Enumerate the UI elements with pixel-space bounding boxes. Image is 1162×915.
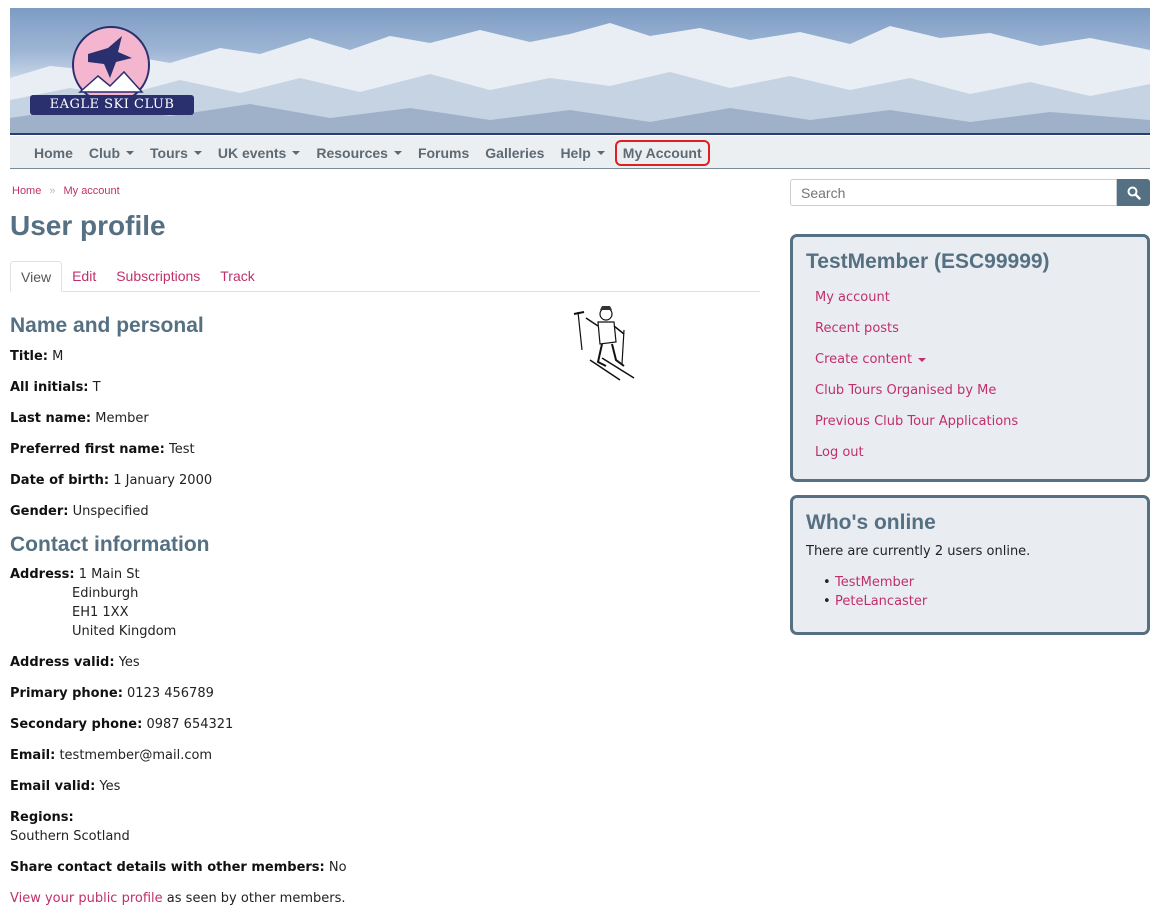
section-title-personal: Name and personal — [10, 314, 204, 337]
club-logo[interactable]: EAGLE SKI CLUB — [30, 26, 200, 118]
user-menu-block: TestMember (ESC99999) My account Recent … — [790, 234, 1150, 482]
tab-view[interactable]: View — [10, 261, 63, 292]
caret-down-icon — [918, 357, 927, 362]
field-last-name: Last name: Member — [10, 411, 149, 426]
logo-text: EAGLE SKI CLUB — [30, 95, 194, 115]
nav-tours[interactable]: Tours — [142, 136, 210, 169]
field-dob: Date of birth: 1 January 2000 — [10, 473, 213, 488]
menu-club-tours-organised[interactable]: Club Tours Organised by Me — [815, 383, 996, 398]
section-title-contact: Contact information — [10, 533, 210, 556]
nav-uk-events[interactable]: UK events — [210, 136, 308, 169]
online-user[interactable]: PeteLancaster — [823, 592, 927, 611]
field-address-valid: Address valid: Yes — [10, 655, 140, 670]
field-title: Title: M — [10, 349, 64, 364]
tab-edit[interactable]: Edit — [62, 261, 106, 291]
field-gender: Gender: Unspecified — [10, 504, 149, 519]
nav-galleries[interactable]: Galleries — [477, 136, 552, 169]
field-share-contact: Share contact details with other members… — [10, 860, 347, 875]
menu-create-content[interactable]: Create content — [815, 352, 927, 367]
nav-my-account[interactable]: My Account — [614, 139, 710, 166]
public-profile-note: View your public profile as seen by othe… — [10, 891, 346, 906]
menu-log-out[interactable]: Log out — [815, 445, 864, 460]
breadcrumb: Home » My account — [12, 185, 120, 197]
field-primary-phone: Primary phone: 0123 456789 — [10, 686, 214, 701]
breadcrumb-current[interactable]: My account — [63, 185, 119, 197]
search-input[interactable] — [790, 179, 1117, 206]
tab-track[interactable]: Track — [210, 261, 264, 291]
caret-down-icon — [193, 150, 202, 155]
field-secondary-phone: Secondary phone: 0987 654321 — [10, 717, 234, 732]
caret-down-icon — [393, 150, 402, 155]
breadcrumb-home[interactable]: Home — [12, 185, 41, 197]
field-email-valid: Email valid: Yes — [10, 779, 121, 794]
online-count-text: There are currently 2 users online. — [806, 544, 1031, 559]
skier-image — [573, 306, 635, 381]
profile-tabs: View Edit Subscriptions Track — [10, 261, 760, 292]
menu-recent-posts[interactable]: Recent posts — [815, 321, 899, 336]
caret-down-icon — [596, 150, 605, 155]
caret-down-icon — [126, 150, 135, 155]
main-nav: Home Club Tours UK events Resources Foru… — [10, 136, 1150, 169]
breadcrumb-separator: » — [49, 185, 56, 197]
whos-online-block: Who's online There are currently 2 users… — [790, 495, 1150, 635]
search-icon — [1127, 186, 1141, 200]
page-title: User profile — [10, 210, 166, 241]
tab-subscriptions[interactable]: Subscriptions — [106, 261, 210, 291]
caret-down-icon — [292, 150, 301, 155]
field-regions: Regions: Southern Scotland — [10, 810, 130, 844]
field-preferred-name: Preferred first name: Test — [10, 442, 195, 457]
public-profile-link[interactable]: View your public profile — [10, 891, 163, 906]
field-email: Email: testmember@mail.com — [10, 748, 213, 763]
search-button[interactable] — [1117, 179, 1150, 206]
header-banner: EAGLE SKI CLUB — [10, 8, 1150, 134]
eagle-icon — [72, 26, 150, 104]
menu-previous-applications[interactable]: Previous Club Tour Applications — [815, 414, 1018, 429]
nav-resources[interactable]: Resources — [308, 136, 410, 169]
search-form — [790, 179, 1150, 206]
nav-home[interactable]: Home — [26, 136, 81, 169]
field-address: Address: 1 Main St Edinburgh EH1 1XX Uni… — [10, 567, 177, 639]
field-initials: All initials: T — [10, 380, 101, 395]
banner-divider — [10, 133, 1150, 135]
user-block-title: TestMember (ESC99999) — [806, 250, 1050, 273]
whos-online-title: Who's online — [806, 511, 936, 534]
nav-club[interactable]: Club — [81, 136, 142, 169]
online-user[interactable]: TestMember — [823, 573, 927, 592]
menu-my-account[interactable]: My account — [815, 290, 890, 305]
online-user-list: TestMember PeteLancaster — [823, 573, 927, 611]
nav-forums[interactable]: Forums — [410, 136, 477, 169]
nav-help[interactable]: Help — [552, 136, 612, 169]
